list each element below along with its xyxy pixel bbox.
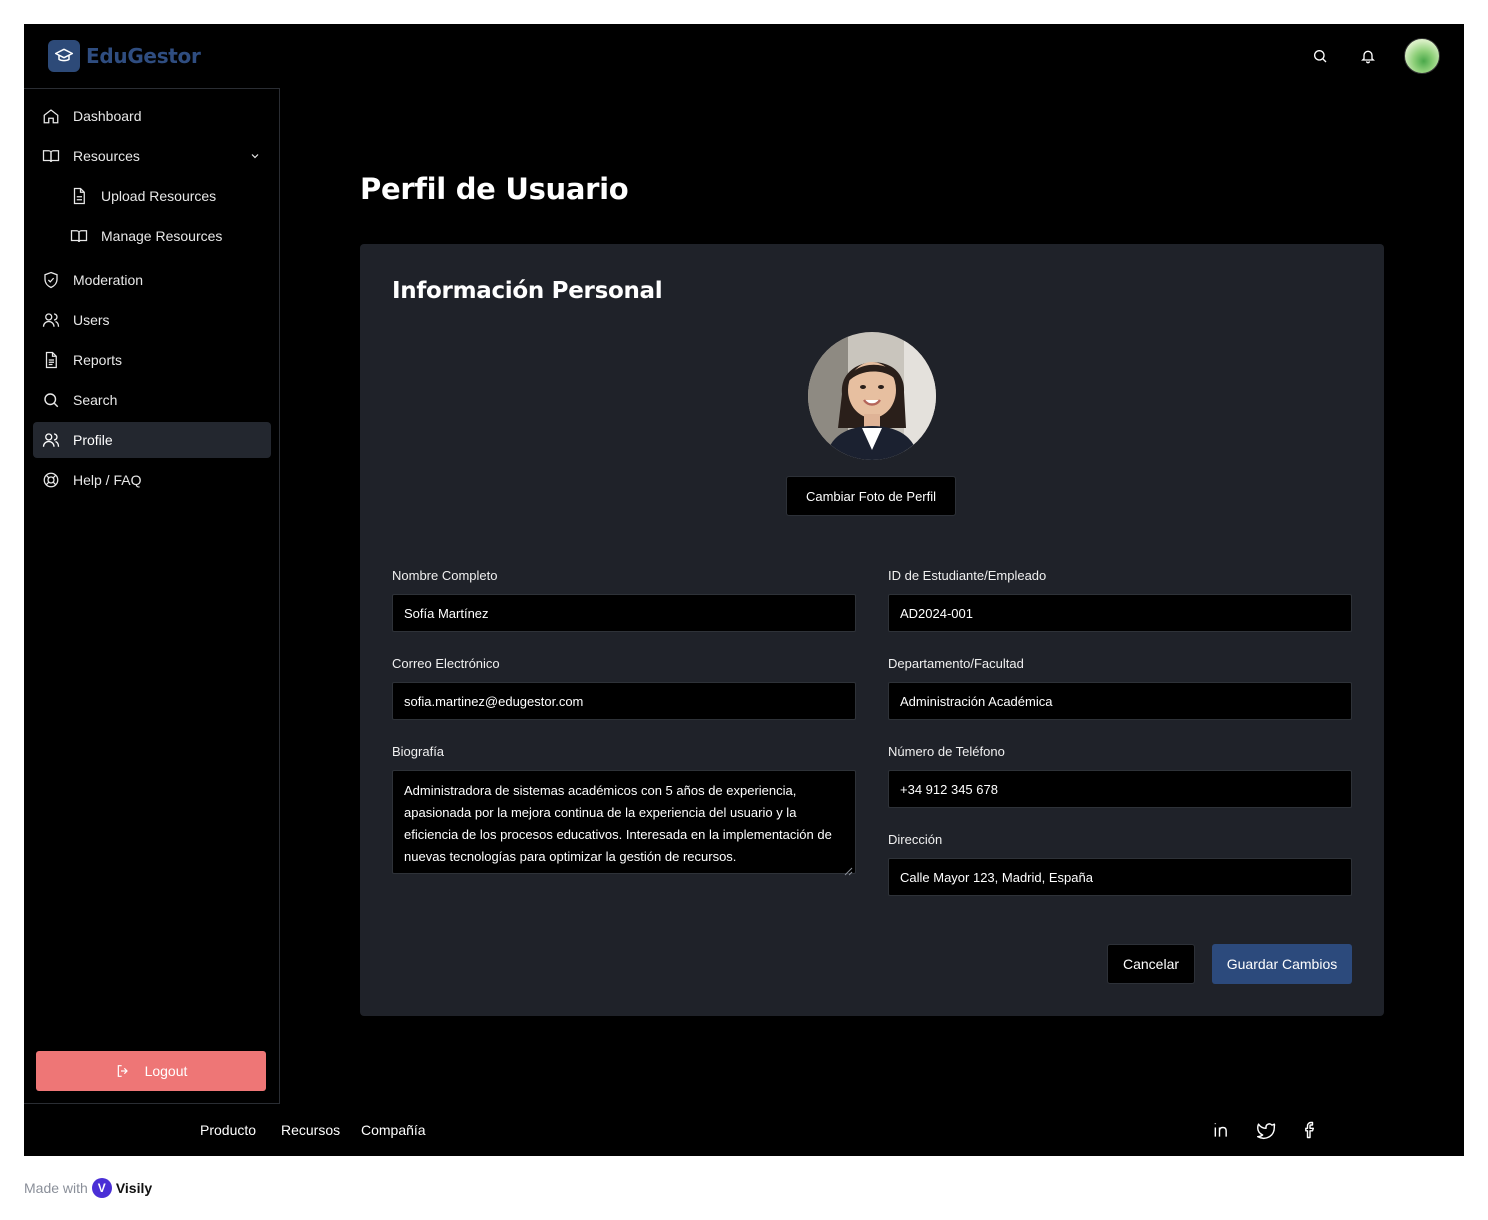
sidebar-item-label: Users — [73, 312, 110, 328]
made-with-text: Made with — [24, 1180, 88, 1196]
save-button[interactable]: Guardar Cambios — [1212, 944, 1352, 984]
file-text-icon — [41, 350, 61, 370]
book-icon — [69, 226, 89, 246]
sidebar: Dashboard Resources Upload Resources Man… — [24, 88, 280, 1104]
top-header: EduGestor — [24, 24, 1464, 88]
sidebar-item-profile[interactable]: Profile — [33, 422, 271, 458]
visily-logo-icon: V — [91, 1178, 112, 1198]
email-field[interactable]: sofia.martinez@edugestor.com — [392, 682, 856, 720]
sidebar-item-label: Search — [73, 392, 118, 408]
address-field[interactable]: Calle Mayor 123, Madrid, España — [888, 858, 1352, 896]
users-icon — [41, 430, 61, 450]
logo[interactable]: EduGestor — [48, 40, 201, 72]
sidebar-item-help[interactable]: Help / FAQ — [33, 462, 271, 498]
footer-link-compania[interactable]: Compañía — [361, 1122, 426, 1138]
bio-text: Administradora de sistemas académicos co… — [404, 783, 832, 864]
sidebar-item-label: Moderation — [73, 272, 144, 288]
made-with-badge[interactable]: Made with V Visily — [24, 1178, 152, 1198]
app-name: EduGestor — [86, 44, 201, 68]
personal-info-card: Información Personal Cambiar Foto de Per… — [360, 244, 1384, 1016]
sidebar-item-manage-resources[interactable]: Manage Resources — [33, 218, 271, 254]
phone-label: Número de Teléfono — [888, 744, 1005, 759]
change-photo-button[interactable]: Cambiar Foto de Perfil — [786, 476, 956, 516]
app-frame: EduGestor Dashboard Resources Upload Res… — [24, 24, 1464, 1156]
sidebar-item-label: Dashboard — [73, 108, 142, 124]
logout-label: Logout — [144, 1063, 188, 1079]
full-name-label: Nombre Completo — [392, 568, 498, 583]
sidebar-item-upload-resources[interactable]: Upload Resources — [33, 178, 271, 214]
sidebar-item-resources[interactable]: Resources — [33, 138, 271, 174]
bio-label: Biografía — [392, 744, 445, 759]
search-icon — [41, 390, 61, 410]
sidebar-item-label: Resources — [73, 148, 140, 164]
sidebar-item-label: Reports — [73, 352, 123, 368]
linkedin-icon[interactable] — [1210, 1118, 1234, 1142]
full-name-field[interactable]: Sofía Martínez — [392, 594, 856, 632]
bio-textarea[interactable]: Administradora de sistemas académicos co… — [392, 770, 856, 876]
facebook-icon[interactable] — [1298, 1118, 1322, 1142]
id-field[interactable]: AD2024-001 — [888, 594, 1352, 632]
id-label: ID de Estudiante/Empleado — [888, 568, 1047, 583]
cancel-button[interactable]: Cancelar — [1107, 944, 1195, 984]
logout-icon — [115, 1063, 131, 1079]
users-icon — [41, 310, 61, 330]
address-label: Dirección — [888, 832, 943, 847]
page-title: Perfil de Usuario — [360, 172, 629, 206]
sidebar-item-moderation[interactable]: Moderation — [33, 262, 271, 298]
footer-link-recursos[interactable]: Recursos — [281, 1122, 340, 1138]
sidebar-item-label: Upload Resources — [101, 188, 217, 204]
resize-handle-icon[interactable] — [843, 861, 853, 876]
sidebar-item-users[interactable]: Users — [33, 302, 271, 338]
search-icon[interactable] — [1308, 44, 1332, 68]
phone-field[interactable]: +34 912 345 678 — [888, 770, 1352, 808]
sidebar-item-search[interactable]: Search — [33, 382, 271, 418]
profile-photo — [808, 332, 936, 460]
sidebar-item-label: Profile — [73, 432, 113, 448]
twitter-icon[interactable] — [1254, 1118, 1278, 1142]
sidebar-item-label: Help / FAQ — [73, 472, 142, 488]
sidebar-item-dashboard[interactable]: Dashboard — [33, 98, 271, 134]
lifebuoy-icon — [41, 470, 61, 490]
sidebar-item-label: Manage Resources — [101, 228, 223, 244]
file-icon — [69, 186, 89, 206]
logout-button[interactable]: Logout — [36, 1051, 266, 1091]
department-label: Departamento/Facultad — [888, 656, 1024, 671]
book-icon — [41, 146, 61, 166]
chevron-down-icon[interactable] — [247, 148, 263, 164]
department-field[interactable]: Administración Académica — [888, 682, 1352, 720]
home-icon — [41, 106, 61, 126]
card-title: Información Personal — [392, 278, 663, 304]
visily-brand: Visily — [115, 1180, 153, 1196]
email-label: Correo Electrónico — [392, 656, 500, 671]
footer-link-producto[interactable]: Producto — [200, 1122, 256, 1138]
bell-icon[interactable] — [1356, 44, 1380, 68]
graduation-cap-icon — [48, 40, 80, 72]
shield-check-icon — [41, 270, 61, 290]
sidebar-item-reports[interactable]: Reports — [33, 342, 271, 378]
user-avatar[interactable] — [1404, 38, 1440, 74]
